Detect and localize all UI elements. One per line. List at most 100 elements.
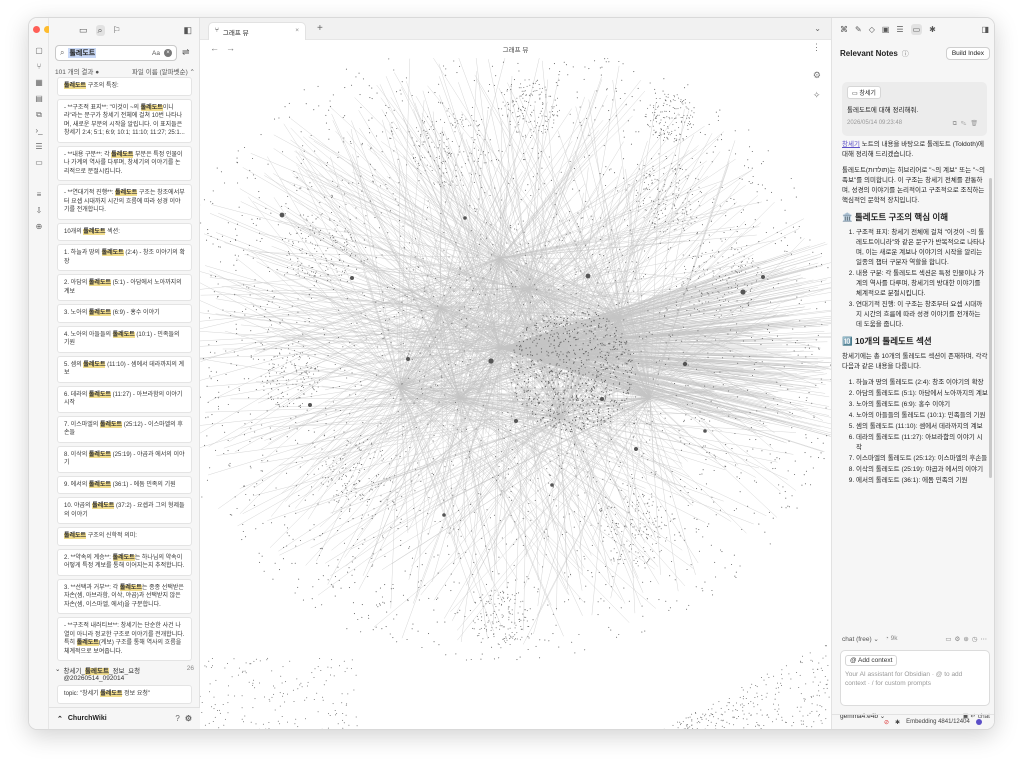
settings-icon[interactable]: ⚙ [185, 714, 192, 723]
copy-icon[interactable]: ⧉ [34, 110, 44, 120]
outline-icon[interactable]: ☰ [896, 25, 903, 34]
calendar-icon[interactable]: ▤ [34, 94, 44, 104]
chat-list-item: 연대기적 진행: 이 구조는 창조부터 요셉 시대까지 시간의 흐름에 따라 성… [856, 300, 988, 330]
chat-heading: 🏛️ 톨레도트 구조의 핵심 이해 [842, 212, 949, 222]
sort-dropdown[interactable]: 파일 이름 (알파벳순) ⌃ [132, 66, 195, 76]
chat-list-item: 노아의 아들들의 톨레도트 (10:1): 민족들의 기원 [856, 411, 988, 421]
left-ribbon: ▢ ⑂ ▦ ▤ ⧉ ›_ ☰ ▭ ≡ ⇩ ⊕ [29, 18, 62, 729]
search-match[interactable]: topic: "창세기 톨레도트 정보 요청" [57, 685, 192, 704]
close-tab-icon[interactable]: × [295, 27, 299, 36]
search-match[interactable]: - **내용 구분**: 각 톨레도트 부분은 특정 인물이나 가계의 역사를 … [57, 145, 192, 181]
chat-list-item: 하늘과 땅의 톨레도트 (2:4): 창조 이야기의 확장 [856, 378, 988, 388]
search-match[interactable]: - **연대기적 진행**: 톨레도트 구조는 창조에서부터 요셉 시대까지 시… [57, 184, 192, 220]
more-options-icon[interactable]: ⋮ [812, 42, 821, 53]
tab-list-icon[interactable]: ⌄ [814, 24, 821, 33]
tag-icon[interactable]: ◇ [869, 25, 875, 34]
import-icon[interactable]: ⇩ [34, 206, 44, 216]
list-icon[interactable]: ☰ [34, 142, 44, 152]
note-message: 톨레도트에 대해 정리해줘. [847, 107, 919, 114]
embedding-icon: ✱ [895, 719, 901, 726]
chat-list-item: 이삭의 톨레도트 (25:19): 야곱과 에서의 이야기 [856, 465, 988, 475]
plugin-icon[interactable]: ✱ [929, 25, 936, 34]
chevron-down-icon: ⌄ [55, 666, 61, 673]
clear-search-icon[interactable]: × [164, 49, 172, 57]
new-note-icon[interactable]: ▢ [34, 46, 44, 56]
terminal-icon[interactable]: ›_ [34, 126, 44, 136]
match-case-button[interactable]: Aa [152, 50, 160, 57]
panel-title: Relevant Notes [840, 49, 898, 58]
search-zoom-icon[interactable]: ⊕ [34, 222, 44, 232]
sync-off-icon[interactable]: ⊘ [884, 719, 889, 726]
right-sidebar-toggle-icon[interactable]: ◨ [981, 25, 989, 34]
right-toolbar: ⌘ ✎ ◇ ▣ ☰ ▭ ✱ ◨ [832, 18, 994, 40]
chat-list-item: 노아의 톨레도트 (6:9): 홍수 이야기 [856, 400, 988, 410]
note-actions-icons[interactable]: ⧉✎🗑 [953, 120, 982, 128]
results-header: 101 개의 결과 ● 파일 이름 (알파벳순) ⌃ [55, 66, 195, 76]
brain-icon[interactable]: ✎ [855, 25, 862, 34]
search-match[interactable]: 3. 노아의 톨레도트 (6:9) - 홍수 이야기 [57, 304, 192, 323]
search-results[interactable]: 톨레도트 구조의 특징: - **구조적 표지**: "이것이 ~의 톨레도트이니… [49, 77, 200, 713]
search-sidebar: ▭ ⌕ ⚐ ◧ ⌕ 톨레도트 Aa × ⇌ 101 개의 결과 ● 파일 이름 … [49, 18, 200, 729]
sidebar-toggle-icon[interactable]: ◧ [183, 25, 192, 36]
bookmark-icon[interactable]: ⚐ [113, 25, 121, 36]
chat-list-sections: 하늘과 땅의 톨레도트 (2:4): 창조 이야기의 확장아담의 톨레도트 (5… [842, 378, 988, 486]
folder-icon[interactable]: ▭ [79, 25, 88, 36]
search-match[interactable]: 톨레도트 구조의 신학적 의미: [57, 527, 192, 546]
copilot-icon[interactable]: ⌘ [840, 25, 848, 34]
vault-name: ChurchWiki [67, 715, 107, 722]
search-icon[interactable]: ⌕ [95, 24, 105, 36]
chat-list-item: 이스마엘의 톨레도트 (25:12): 이스마엘의 후손들 [856, 454, 988, 464]
tab-graph-view[interactable]: ⑂ 그래프 뷰 × [208, 22, 306, 40]
graph-settings-icon[interactable]: ⚙ [813, 70, 821, 81]
build-index-button[interactable]: Build Index [945, 47, 990, 60]
filter-icon[interactable]: ≡ [34, 190, 44, 200]
chat-input[interactable]: @ Add context Your AI assistant for Obsi… [840, 650, 990, 706]
search-match[interactable]: 4. 노아의 아들들의 톨레도트 (10:1) - 민족들의 기원 [57, 325, 192, 353]
add-context-button[interactable]: @ Add context [845, 655, 898, 666]
search-settings-icon[interactable]: ⇌ [182, 47, 190, 58]
search-match[interactable]: 6. 데라의 톨레도트 (11:27) - 아브라함의 이야기 시작 [57, 385, 192, 413]
search-match[interactable]: 10. 야곱의 톨레도트 (37:2) - 요셉과 그의 형제들의 이야기 [57, 497, 192, 524]
search-match[interactable]: - **구조적 표지**: "이것이 ~의 톨레도트이니라"라는 문구가 창세기… [57, 98, 192, 143]
relevant-note-card[interactable]: ▭ 창세기 톨레도트에 대해 정리해줘. 2026/05/14 09:23:48… [842, 82, 987, 136]
chat-list-item: 아담의 톨레도트 (5:1): 아담에서 노아까지의 계보 [856, 389, 988, 399]
search-match[interactable]: 2. 아담의 톨레도트 (5:1) - 아담에서 노아까지의 계보 [57, 274, 192, 301]
search-match[interactable]: 3. **선택과 거부**: 각 톨레도트는 종종 선택받은 자손(셈, 아브라… [57, 578, 192, 614]
chat-scrollbar[interactable] [989, 178, 992, 478]
search-match[interactable]: 톨레도트 구조의 특징: [57, 77, 192, 96]
note-link-chip[interactable]: ▭ 창세기 [847, 86, 881, 99]
chat-icon[interactable]: ▭ [34, 158, 44, 168]
close-window-button[interactable] [33, 26, 40, 33]
graph-icon[interactable]: ⑂ [34, 62, 44, 72]
app-window: ▢ ⑂ ▦ ▤ ⧉ ›_ ☰ ▭ ≡ ⇩ ⊕ ▭ ⌕ ⚐ ◧ ⌕ 톨레도트 Aa… [28, 17, 995, 730]
canvas-icon[interactable]: ▦ [34, 78, 44, 88]
search-match[interactable]: - **구조적 내러티브**: 창세기는 단순한 사건 나열이 아니라 정교한 … [57, 617, 192, 661]
search-match[interactable]: 5. 셈의 톨레도트 (11:10) - 셈에서 데라까지의 계보 [57, 355, 192, 383]
animate-icon[interactable]: ✧ [813, 90, 821, 101]
toggle-details-icon[interactable]: ● [95, 69, 99, 76]
chat-actions-icons[interactable]: ▭⚙⊕◷⋯ [945, 635, 990, 643]
chat-mode-dropdown[interactable]: chat (free) ⌄ [842, 635, 879, 643]
chat-icon[interactable]: ▭ [910, 23, 923, 35]
chat-response: 창세기 노트의 내용을 바탕으로 톨레도트 (Toldoth)에 대해 정리해 … [842, 140, 988, 632]
chat-mode-row: chat (free) ⌄ ◔ 9k ▭⚙⊕◷⋯ [842, 635, 990, 643]
graph-canvas[interactable] [200, 58, 831, 730]
help-icon[interactable]: ⓘ [902, 49, 909, 59]
search-value: 톨레도트 [68, 48, 97, 58]
help-icon[interactable]: ? [175, 714, 179, 723]
new-tab-button[interactable]: + [317, 23, 323, 34]
search-input[interactable]: ⌕ 톨레도트 Aa × [55, 45, 177, 61]
archive-icon[interactable]: ▣ [882, 25, 890, 34]
search-match[interactable]: 1. 하늘과 땅의 톨레도트 (2:4) - 창조 이야기의 확장 [57, 244, 192, 271]
search-match[interactable]: 2. **약속의 계승**: 톨레도트는 하나님의 약속이 어떻게 특정 계보를… [57, 548, 192, 576]
vault-switcher[interactable]: ⌃ ChurchWiki ? ⚙ [49, 707, 200, 729]
file-result-header[interactable]: ⌄ 창세기_톨레도트_정보_요청@20260514_092014 26 [55, 665, 194, 682]
search-match[interactable]: 10개의 톨레도트 섹션: [57, 222, 192, 241]
search-match[interactable]: 8. 이삭의 톨레도트 (25:19) - 야곱과 에서의 이야기 [57, 445, 192, 473]
chat-paragraph: 창세기에는 총 10개의 톨레도트 섹션이 존재하며, 각각 다음과 같은 내용… [842, 353, 988, 370]
search-match[interactable]: 7. 이스마엘의 톨레도트 (25:12) - 이스마엘의 후손들 [57, 415, 192, 443]
graph-icon: ⑂ [215, 27, 219, 34]
note-link[interactable]: 창세기 [842, 141, 860, 148]
search-match[interactable]: 9. 에서의 톨레도트 (36:1) - 에돔 민족의 기원 [57, 475, 192, 494]
view-title: 그래프 뷰 [502, 47, 529, 54]
